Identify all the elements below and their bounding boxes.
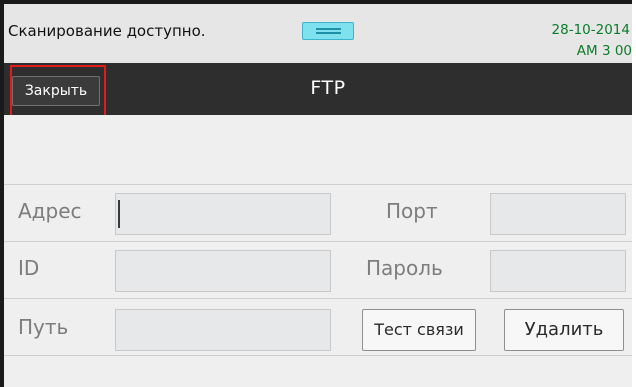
device-screen: Сканирование доступно. 28-10-2014 AM 3 0… bbox=[0, 0, 632, 387]
address-field[interactable] bbox=[115, 193, 331, 235]
address-label: Адрес bbox=[18, 199, 82, 223]
path-row: Путь Тест связи Удалить bbox=[4, 298, 632, 355]
panel-handle-icon[interactable] bbox=[302, 22, 354, 40]
address-row: Адрес Порт bbox=[4, 184, 632, 241]
password-field[interactable] bbox=[490, 250, 626, 292]
port-label: Порт bbox=[386, 199, 438, 223]
status-bar: Сканирование доступно. 28-10-2014 AM 3 0… bbox=[4, 4, 632, 63]
test-connection-button[interactable]: Тест связи bbox=[362, 309, 476, 351]
path-field[interactable] bbox=[115, 309, 331, 351]
password-label: Пароль bbox=[366, 256, 443, 280]
status-message: Сканирование доступно. bbox=[8, 22, 206, 40]
page-title: FTP bbox=[310, 77, 346, 99]
status-time: AM 3 00 bbox=[576, 43, 632, 59]
path-label: Путь bbox=[18, 315, 69, 339]
text-cursor bbox=[118, 200, 120, 228]
port-field[interactable] bbox=[490, 193, 626, 235]
delete-button[interactable]: Удалить bbox=[504, 309, 624, 351]
status-date: 28-10-2014 bbox=[551, 22, 630, 38]
bottom-row bbox=[4, 355, 632, 387]
blank-row bbox=[4, 115, 632, 184]
id-field[interactable] bbox=[115, 250, 331, 292]
id-row: ID Пароль bbox=[4, 241, 632, 298]
id-label: ID bbox=[18, 256, 40, 280]
